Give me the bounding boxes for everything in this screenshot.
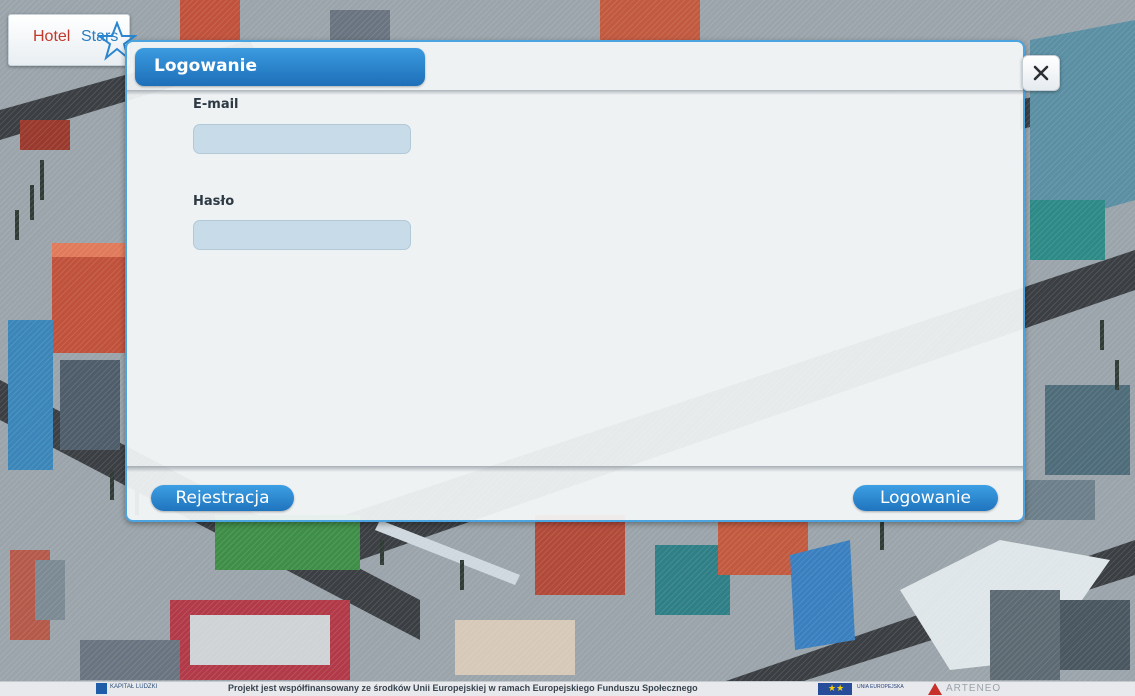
password-field[interactable] xyxy=(193,220,411,250)
close-button[interactable] xyxy=(1022,55,1060,91)
dialog-header-divider xyxy=(127,90,1023,95)
kapital-ludzki-text: KAPITAŁ LUDZKI xyxy=(110,684,158,690)
logo-hotel-text: Hotel xyxy=(33,28,71,45)
login-dialog: Logowanie E-mail Hasło Rejestracja Logow… xyxy=(125,40,1025,522)
login-button[interactable]: Logowanie xyxy=(853,485,998,511)
hotel-stars-logo: Hotel Stars xyxy=(8,14,137,66)
password-label: Hasło xyxy=(193,194,235,209)
email-label: E-mail xyxy=(193,97,239,112)
eu-flag-icon: ★★ xyxy=(818,683,852,695)
arteneo-logo: ARTENEO xyxy=(946,683,1002,694)
eu-funding-notice: Projekt jest współfinansowany ze środków… xyxy=(228,683,698,693)
register-button[interactable]: Rejestracja xyxy=(151,485,294,511)
dialog-title: Logowanie xyxy=(154,56,257,76)
arteneo-triangle-icon xyxy=(928,683,942,695)
kapital-ludzki-mark-icon xyxy=(96,683,107,694)
eu-logo-text: UNIA EUROPEJSKA xyxy=(857,684,904,690)
dialog-title-tab: Logowanie xyxy=(135,48,425,86)
dialog-footer-divider xyxy=(127,466,1023,472)
footer-bar: KAPITAŁ LUDZKI Projekt jest współfinanso… xyxy=(0,681,1135,696)
email-field[interactable] xyxy=(193,124,411,154)
close-icon xyxy=(1033,65,1049,81)
